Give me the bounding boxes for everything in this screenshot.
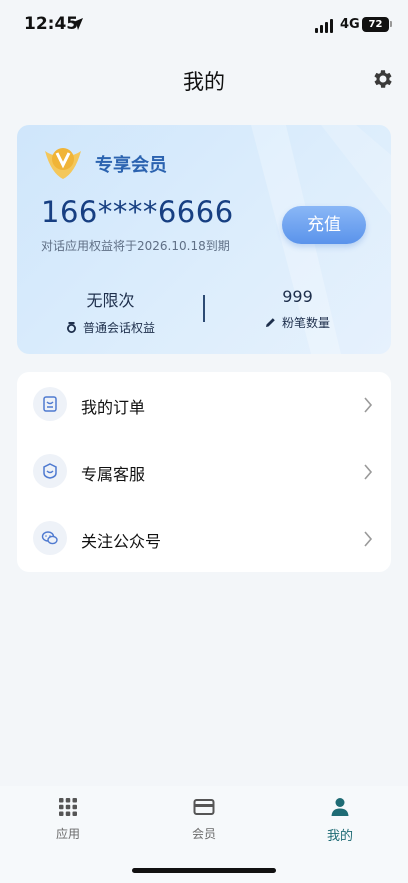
tab-membership[interactable]: 会员 <box>136 796 272 842</box>
location-arrow-icon <box>71 18 83 30</box>
stat-label: 粉笔数量 <box>281 316 330 330</box>
tab-label: 会员 <box>191 827 216 841</box>
tab-mine[interactable]: 我的 <box>272 796 408 844</box>
stat-value: 无限次 <box>86 291 135 310</box>
tab-apps[interactable]: 应用 <box>0 796 136 842</box>
member-card[interactable]: 专享会员 166****6666 对话应用权益将于2026.10.18到期 充值… <box>17 125 391 354</box>
page-header: 我的 <box>0 52 408 108</box>
battery-level: 72 <box>362 17 389 32</box>
expiry-text: 对话应用权益将于2026.10.18到期 <box>41 239 230 253</box>
status-bar: 12:45 4G 72 <box>0 0 408 52</box>
menu-item-label: 我的订单 <box>81 398 146 417</box>
menu-item-customer-service[interactable]: 专属客服 <box>17 439 391 505</box>
chevron-right-icon <box>364 464 373 480</box>
cellular-signal-icon <box>315 19 335 33</box>
card-title: 专享会员 <box>95 155 167 176</box>
chevron-right-icon <box>364 397 373 413</box>
stat-conversation: 无限次 普通会话权益 <box>17 287 204 337</box>
chevron-right-icon <box>364 531 373 547</box>
phone-number: 166****6666 <box>41 195 234 229</box>
tab-label: 应用 <box>55 827 80 841</box>
recharge-button[interactable]: 充值 <box>282 206 366 244</box>
menu-item-label: 专属客服 <box>81 465 146 484</box>
medal-icon <box>66 322 76 333</box>
customer-service-icon <box>43 463 57 479</box>
pencil-icon <box>265 318 275 327</box>
vip-badge-icon <box>45 148 81 179</box>
menu-item-official-account[interactable]: 关注公众号 <box>17 506 391 572</box>
card-icon <box>193 799 215 815</box>
grid-icon <box>59 798 77 816</box>
tab-label: 我的 <box>326 829 353 844</box>
order-icon <box>43 396 57 412</box>
stat-chalk: 999 粉笔数量 <box>204 287 391 332</box>
page-title: 我的 <box>183 70 225 94</box>
menu-item-label: 关注公众号 <box>81 532 162 551</box>
menu-item-orders[interactable]: 我的订单 <box>17 372 391 438</box>
stat-label: 普通会话权益 <box>82 321 155 335</box>
person-icon <box>331 798 349 816</box>
wechat-icon <box>41 531 58 545</box>
battery-tip-icon <box>390 21 392 27</box>
gear-icon[interactable] <box>371 67 395 91</box>
network-type: 4G <box>340 17 360 32</box>
home-indicator <box>132 868 276 873</box>
stat-value: 999 <box>282 287 313 306</box>
menu-list: 我的订单 专属客服 关注公众号 <box>17 372 391 572</box>
